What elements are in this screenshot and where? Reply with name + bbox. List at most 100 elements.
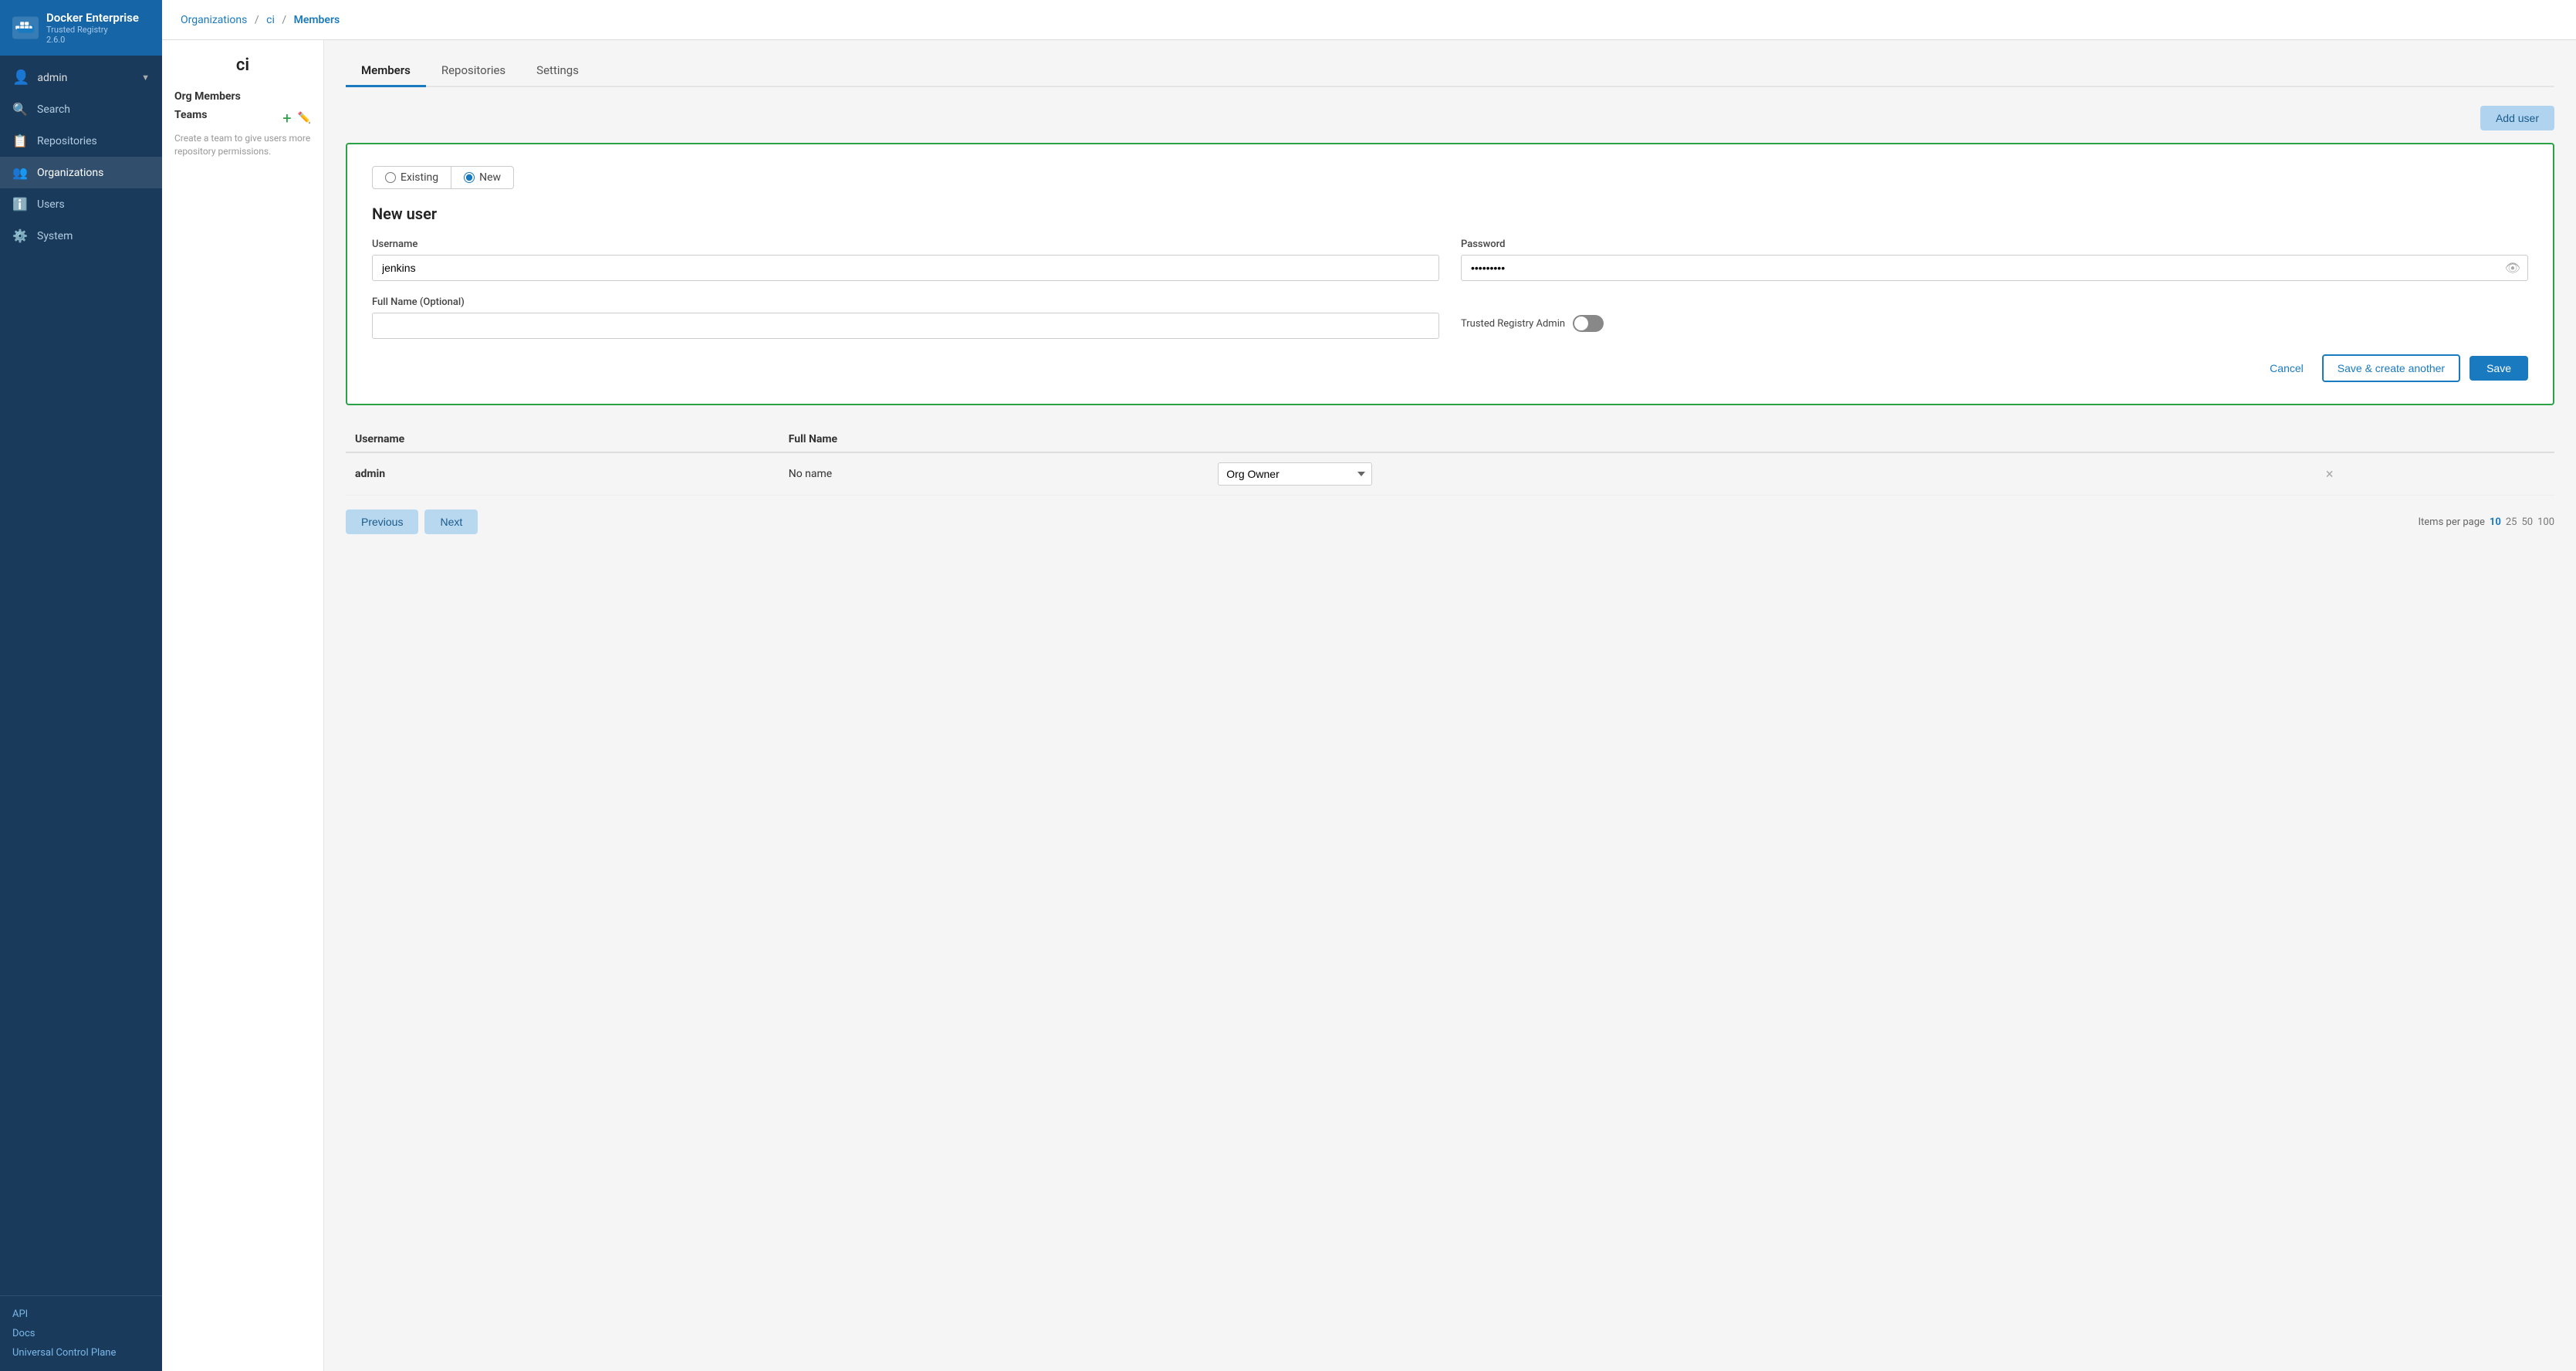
sidebar-item-search[interactable]: 🔍 Search <box>0 93 162 125</box>
col-actions <box>2311 427 2554 452</box>
content-area: ci Org Members Teams + ✏️ Create a team … <box>162 40 2576 1371</box>
form-row-2: Full Name (Optional) Trusted Registry Ad… <box>372 296 2528 339</box>
sidebar-bottom: API Docs Universal Control Plane <box>0 1295 162 1371</box>
breadcrumb-ci[interactable]: ci <box>266 14 275 26</box>
sidebar-item-organizations[interactable]: 👥 Organizations <box>0 157 162 188</box>
user-icon: 👤 <box>12 69 29 86</box>
sidebar-item-label-search: Search <box>37 103 70 116</box>
org-panel: ci Org Members Teams + ✏️ Create a team … <box>162 40 324 1371</box>
role-select[interactable]: Org OwnerMember <box>1218 462 1372 486</box>
radio-new-input[interactable] <box>464 172 475 183</box>
sidebar-user-row[interactable]: 👤 admin ▼ <box>0 62 162 93</box>
save-create-another-button[interactable]: Save & create another <box>2322 354 2460 382</box>
registry-admin-toggle[interactable] <box>1573 315 1604 332</box>
sidebar: Docker Enterprise Trusted Registry 2.6.0… <box>0 0 162 1371</box>
next-button[interactable]: Next <box>424 509 478 534</box>
tab-repositories[interactable]: Repositories <box>426 56 521 87</box>
brand-text: Docker Enterprise Trusted Registry 2.6.0 <box>46 11 139 45</box>
fullname-group: Full Name (Optional) <box>372 296 1439 339</box>
edit-team-button[interactable]: ✏️ <box>298 112 311 124</box>
chevron-down-icon: ▼ <box>141 73 150 83</box>
password-input[interactable] <box>1461 255 2528 281</box>
teams-header: Teams + ✏️ <box>174 109 311 127</box>
add-user-button[interactable]: Add user <box>2480 106 2554 130</box>
toggle-row: Trusted Registry Admin <box>1461 315 2528 332</box>
fullname-input[interactable] <box>372 313 1439 339</box>
brand-name: Docker Enterprise <box>46 11 139 25</box>
members-table: Username Full Name adminNo name Org Owner… <box>346 427 2554 496</box>
org-members-label: Org Members <box>174 90 311 103</box>
sidebar-item-label-repositories: Repositories <box>37 135 97 147</box>
sidebar-username: admin <box>37 72 134 84</box>
brand-sub2: 2.6.0 <box>46 35 139 45</box>
topbar: Organizations / ci / Members <box>162 0 2576 40</box>
username-group: Username <box>372 239 1439 281</box>
user-type-radio-group: Existing New <box>372 166 2528 189</box>
col-role <box>1209 427 2311 452</box>
username-input[interactable] <box>372 255 1439 281</box>
pagination-row: Previous Next Items per page 10 25 50 10… <box>346 509 2554 534</box>
organizations-icon: 👥 <box>12 165 28 180</box>
breadcrumb-organizations[interactable]: Organizations <box>181 14 247 26</box>
password-eye-icon[interactable]: 👁 <box>2505 261 2520 276</box>
items-per-page-50[interactable]: 50 <box>2521 516 2533 528</box>
org-name-heading: ci <box>174 56 311 75</box>
right-panel: Members Repositories Settings Add user E… <box>324 40 2576 1371</box>
password-wrapper: 👁 <box>1461 255 2528 281</box>
new-user-form: Existing New New user Username Password <box>346 143 2554 405</box>
cell-fullname: No name <box>779 452 1209 496</box>
previous-button[interactable]: Previous <box>346 509 418 534</box>
sidebar-header: Docker Enterprise Trusted Registry 2.6.0 <box>0 0 162 56</box>
radio-existing[interactable]: Existing <box>372 166 451 189</box>
breadcrumb-sep1: / <box>255 14 259 26</box>
main-area: Organizations / ci / Members ci Org Memb… <box>162 0 2576 1371</box>
sidebar-item-users[interactable]: ℹ️ Users <box>0 188 162 220</box>
sidebar-nav: 👤 admin ▼ 🔍 Search 📋 Repositories 👥 Orga… <box>0 56 162 1295</box>
form-title: New user <box>372 205 2528 223</box>
remove-member-button[interactable]: × <box>2320 466 2340 482</box>
sidebar-item-system[interactable]: ⚙️ System <box>0 220 162 252</box>
items-per-page-10[interactable]: 10 <box>2490 516 2501 528</box>
items-per-page-100[interactable]: 100 <box>2537 516 2554 528</box>
radio-existing-input[interactable] <box>385 172 396 183</box>
tab-settings[interactable]: Settings <box>521 56 594 87</box>
system-icon: ⚙️ <box>12 228 28 243</box>
cancel-button[interactable]: Cancel <box>2260 356 2313 381</box>
col-username: Username <box>346 427 779 452</box>
docker-logo-icon <box>12 15 39 41</box>
teams-hint: Create a team to give users more reposit… <box>174 132 311 158</box>
items-per-page-label: Items per page <box>2419 516 2485 528</box>
docs-link[interactable]: Docs <box>12 1328 150 1339</box>
items-per-page-25[interactable]: 25 <box>2506 516 2517 528</box>
registry-admin-label: Trusted Registry Admin <box>1461 318 1565 330</box>
sidebar-item-repositories[interactable]: 📋 Repositories <box>0 125 162 157</box>
cell-role: Org OwnerMember <box>1209 452 2311 496</box>
teams-label: Teams <box>174 109 207 121</box>
add-team-button[interactable]: + <box>282 110 291 126</box>
sidebar-item-label-users: Users <box>37 198 65 211</box>
repositories-icon: 📋 <box>12 134 28 148</box>
tabs: Members Repositories Settings <box>346 56 2554 87</box>
form-actions: Cancel Save & create another Save <box>372 354 2528 382</box>
cell-username: admin <box>346 452 779 496</box>
col-fullname: Full Name <box>779 427 1209 452</box>
save-button[interactable]: Save <box>2470 356 2528 381</box>
form-row-1: Username Password 👁 <box>372 239 2528 281</box>
search-icon: 🔍 <box>12 102 28 117</box>
brand-sub1: Trusted Registry <box>46 25 139 35</box>
fullname-label: Full Name (Optional) <box>372 296 1439 308</box>
users-icon: ℹ️ <box>12 197 28 212</box>
breadcrumb-current: Members <box>294 14 340 26</box>
toggle-knob <box>1574 317 1588 330</box>
ucp-link[interactable]: Universal Control Plane <box>12 1347 150 1359</box>
tab-members[interactable]: Members <box>346 56 426 87</box>
cell-remove: × <box>2311 452 2554 496</box>
breadcrumb-sep2: / <box>282 14 286 26</box>
table-row: adminNo name Org OwnerMember × <box>346 452 2554 496</box>
radio-existing-label: Existing <box>401 171 438 184</box>
radio-new[interactable]: New <box>451 166 514 189</box>
password-group: Password 👁 <box>1461 239 2528 281</box>
password-label: Password <box>1461 239 2528 250</box>
breadcrumb: Organizations / ci / Members <box>181 14 340 26</box>
api-link[interactable]: API <box>12 1308 150 1320</box>
